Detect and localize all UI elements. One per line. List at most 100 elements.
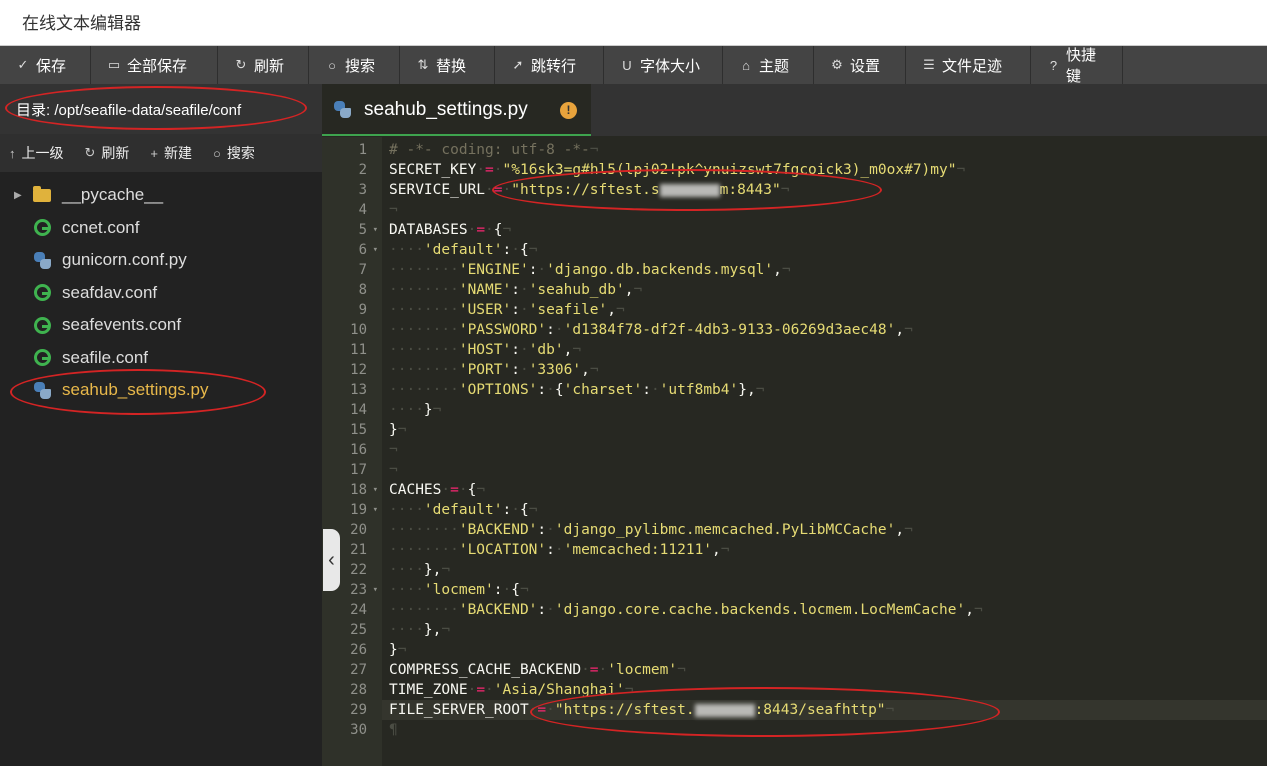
line-number: 16 xyxy=(350,442,367,458)
toolbar-button-2[interactable]: ↻ 刷新 xyxy=(218,46,309,84)
toolbar-icon: ? xyxy=(1049,57,1058,73)
expand-arrow-icon[interactable]: ▶ xyxy=(14,190,22,201)
toolbar-icon: ⇅ xyxy=(417,57,429,72)
code-line[interactable]: ····},¬ xyxy=(382,620,1267,640)
file-name: seafile.conf xyxy=(62,347,148,367)
fold-arrow-icon[interactable]: ▾ xyxy=(373,580,378,600)
python-file-icon xyxy=(33,251,51,269)
sidebar-action-0[interactable]: ↑ 上一级 xyxy=(9,143,64,163)
toolbar-label: 主题 xyxy=(759,57,790,75)
chevron-left-icon: ‹ xyxy=(328,548,335,571)
toolbar-button-4[interactable]: ⇅ 替换 xyxy=(400,46,495,84)
code-line[interactable]: ········'NAME':·'seahub_db',¬ xyxy=(382,280,1267,300)
code-line[interactable]: ········'PASSWORD':·'d1384f78-df2f-4db3-… xyxy=(382,320,1267,340)
code-line[interactable]: CACHES·=·{¬ xyxy=(382,480,1267,500)
code-line[interactable]: TIME_ZONE·=·'Asia/Shanghai'¬ xyxy=(382,680,1267,700)
file-item[interactable]: seafile.conf xyxy=(0,342,322,375)
code-line[interactable]: ········'BACKEND':·'django_pylibmc.memca… xyxy=(382,520,1267,540)
toolbar-button-10[interactable]: ? 快捷键 xyxy=(1031,46,1123,85)
code-line[interactable]: ········'USER':·'seafile',¬ xyxy=(382,300,1267,320)
code-line[interactable]: ····}¬ xyxy=(382,400,1267,420)
toolbar-icon: ⌂ xyxy=(742,57,750,73)
line-number: 24 xyxy=(350,602,367,618)
line-number: 4 xyxy=(358,202,367,218)
line-number: 7 xyxy=(358,262,367,278)
code-line[interactable]: ¶ xyxy=(382,720,1267,740)
toolbar-icon: ▭ xyxy=(107,57,121,72)
code-line[interactable]: # -*- coding: utf-8 -*-¬ xyxy=(382,140,1267,160)
action-label: 搜索 xyxy=(226,145,255,161)
file-sidebar: 目录: /opt/seafile-data/seafile/conf ↑ 上一级 ↻… xyxy=(0,84,322,766)
collapse-sidebar-button[interactable]: ‹ xyxy=(323,529,340,591)
config-file-icon xyxy=(33,316,51,334)
code-line[interactable]: ········'LOCATION':·'memcached:11211',¬ xyxy=(382,540,1267,560)
toolbar-icon: ⚙ xyxy=(831,57,843,72)
file-name: seafdav.conf xyxy=(62,282,158,302)
sidebar-action-3[interactable]: ○ 搜索 xyxy=(213,143,255,163)
fold-arrow-icon[interactable]: ▾ xyxy=(373,480,378,500)
toolbar-button-6[interactable]: U 字体大小 xyxy=(604,46,723,84)
code-line[interactable]: FILE_SERVER_ROOT·=·"https://sftest.:8443… xyxy=(382,700,1267,720)
code-line[interactable]: ¬ xyxy=(382,200,1267,220)
file-item[interactable]: ▶ __pycache__ xyxy=(0,179,322,212)
code-line[interactable]: ····'default':·{¬ xyxy=(382,240,1267,260)
action-label: 上一级 xyxy=(21,145,64,161)
line-number: 26 xyxy=(350,642,367,658)
code-line[interactable]: ¬ xyxy=(382,460,1267,480)
line-number: 27 xyxy=(350,662,367,678)
code-line[interactable]: SECRET_KEY·=·"%16sk3=g#hl5(lpj02!pk^ynui… xyxy=(382,160,1267,180)
file-item[interactable]: gunicorn.conf.py xyxy=(0,244,322,277)
code-line[interactable]: ····'default':·{¬ xyxy=(382,500,1267,520)
line-number: 12 xyxy=(350,362,367,378)
file-tree: ▶ __pycache__ ccnet.conf gunicorn.conf.py se… xyxy=(0,179,322,407)
tab-seahub-settings[interactable]: seahub_settings.py ! xyxy=(322,84,591,136)
code-line[interactable]: ········'ENGINE':·'django.db.backends.my… xyxy=(382,260,1267,280)
toolbar-button-3[interactable]: ○ 搜索 xyxy=(309,46,400,84)
file-name: ccnet.conf xyxy=(62,217,140,237)
action-icon: ↑ xyxy=(9,145,16,161)
code-line[interactable]: COMPRESS_CACHE_BACKEND·=·'locmem'¬ xyxy=(382,660,1267,680)
code-line[interactable]: ····},¬ xyxy=(382,560,1267,580)
code-line[interactable]: ¬ xyxy=(382,440,1267,460)
line-number: 10 xyxy=(350,322,367,338)
file-item[interactable]: ccnet.conf xyxy=(0,212,322,245)
code-line[interactable]: ········'BACKEND':·'django.core.cache.ba… xyxy=(382,600,1267,620)
sidebar-action-2[interactable]: + 新建 xyxy=(150,143,192,163)
toolbar-label: 字体大小 xyxy=(640,57,701,75)
toolbar-button-5[interactable]: ➚ 跳转行 xyxy=(495,46,604,84)
code-line[interactable]: }¬ xyxy=(382,640,1267,660)
fold-arrow-icon[interactable]: ▾ xyxy=(373,500,378,520)
toolbar-button-8[interactable]: ⚙ 设置 xyxy=(814,46,906,84)
toolbar-label: 跳转行 xyxy=(531,57,577,75)
code-line[interactable]: ········'HOST':·'db',¬ xyxy=(382,340,1267,360)
toolbar-button-7[interactable]: ⌂ 主题 xyxy=(723,46,814,84)
file-item[interactable]: seafevents.conf xyxy=(0,309,322,342)
warning-icon[interactable]: ! xyxy=(560,102,577,119)
code-area[interactable]: # -*- coding: utf-8 -*-¬ SECRET_KEY·=·"%1… xyxy=(382,137,1267,766)
code-line[interactable]: ········'PORT':·'3306',¬ xyxy=(382,360,1267,380)
toolbar-button-9[interactable]: ☰ 文件足迹 xyxy=(906,46,1031,84)
code-line[interactable]: ····'locmem':·{¬ xyxy=(382,580,1267,600)
toolbar-label: 保存 xyxy=(36,57,67,75)
action-label: 刷新 xyxy=(101,145,130,161)
toolbar-button-0[interactable]: ✓ 保存 xyxy=(0,46,91,84)
sidebar-action-1[interactable]: ↻ 刷新 xyxy=(85,143,130,163)
code-line[interactable]: ········'OPTIONS':·{'charset':·'utf8mb4'… xyxy=(382,380,1267,400)
config-file-icon xyxy=(33,349,51,367)
code-line[interactable]: }¬ xyxy=(382,420,1267,440)
toolbar-button-1[interactable]: ▭ 全部保存 xyxy=(91,46,218,84)
code-editor[interactable]: seahub_settings.py ! 1 2 3 4 5 ▾ 6 ▾ 7 8 9 10 11 12 13… xyxy=(322,84,1267,766)
file-item[interactable]: seahub_settings.py xyxy=(0,374,322,407)
fold-arrow-icon[interactable]: ▾ xyxy=(373,240,378,260)
code-line[interactable]: DATABASES·=·{¬ xyxy=(382,220,1267,240)
action-icon: + xyxy=(150,145,158,161)
main-toolbar: ✓ 保存 ▭ 全部保存 ↻ 刷新 ○ 搜索 ⇅ 替换 ➚ 跳转行 U 字体大小 ⌂ 主题 ⚙ 设置 ☰ 文件足迹? 快捷… xyxy=(0,45,1267,85)
code-line[interactable]: SERVICE_URL·=·"https://sftest.s m:8443"¬ xyxy=(382,180,1267,200)
file-item[interactable]: seafdav.conf xyxy=(0,277,322,310)
fold-arrow-icon[interactable]: ▾ xyxy=(373,220,378,240)
toolbar-icon: ➚ xyxy=(512,57,524,72)
file-name: seafevents.conf xyxy=(62,315,182,335)
toolbar-label: 搜索 xyxy=(345,57,376,75)
line-number: 5 ▾ xyxy=(358,220,378,240)
toolbar-label: 刷新 xyxy=(254,57,285,75)
